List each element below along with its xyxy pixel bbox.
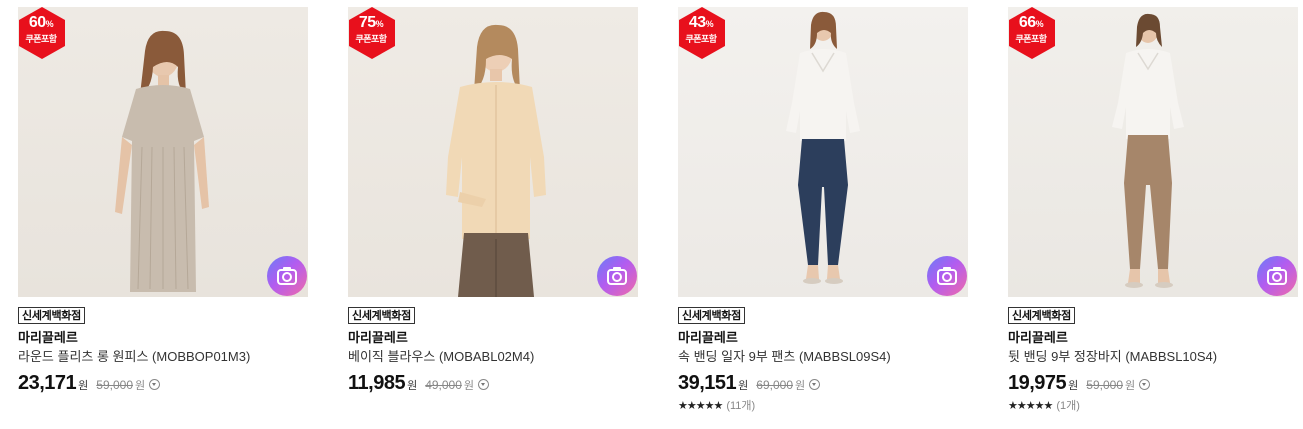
original-price: 59,000	[1086, 378, 1123, 392]
product-card[interactable]: 75% 쿠폰포함 신세계백화점 마리끌레르 베이직 블라우스 (MOBABL02…	[348, 7, 638, 395]
sale-price: 23,171	[18, 372, 77, 394]
discount-percent: 75%	[358, 14, 384, 31]
discount-percent: 66%	[1018, 14, 1044, 31]
currency: 원	[738, 380, 749, 392]
price-info-icon[interactable]	[478, 379, 490, 390]
product-grid: 60% 쿠폰포함 신세계백화점 마리끌레르 라운드 플리츠 롱 원피스 (MOB…	[0, 0, 1303, 429]
brand-name[interactable]: 마리끌레르	[348, 330, 638, 345]
camera-search-button[interactable]	[597, 256, 637, 296]
brand-name[interactable]: 마리끌레르	[18, 330, 308, 345]
review-count: (1개)	[1056, 400, 1080, 412]
store-badge: 신세계백화점	[678, 307, 745, 324]
product-name[interactable]: 뒷 밴딩 9부 정장바지 (MABBSL10S4)	[1008, 349, 1298, 364]
original-currency: 원	[463, 380, 475, 392]
star-rating-icon: ★★★★★	[1008, 399, 1053, 412]
original-price: 49,000	[425, 378, 462, 392]
camera-search-button[interactable]	[267, 256, 307, 296]
camera-search-button[interactable]	[1257, 256, 1297, 296]
price-row: 19,975 원 59,000 원	[1008, 372, 1298, 395]
camera-icon	[937, 267, 957, 285]
original-price: 59,000	[96, 378, 133, 392]
store-badge: 신세계백화점	[348, 307, 415, 324]
price-row: 39,151 원 69,000 원	[678, 372, 968, 395]
original-currency: 원	[135, 380, 146, 392]
price-row: 11,985 원 49,000 원	[348, 372, 638, 395]
coupon-label: 쿠폰포함	[25, 34, 57, 44]
star-rating-icon: ★★★★★	[678, 399, 723, 412]
sale-price: 19,975	[1008, 372, 1067, 394]
product-card[interactable]: 66% 쿠폰포함 신세계백화점 마리끌레르 뒷 밴딩 9부 정장바지 (MABB…	[1008, 7, 1298, 413]
discount-percent: 60%	[28, 14, 54, 31]
product-name[interactable]: 라운드 플리츠 롱 원피스 (MOBBOP01M3)	[18, 349, 308, 364]
product-card[interactable]: 43% 쿠폰포함 신세계백화점 마리끌레르 속 밴딩 일자 9부 팬츠 (MAB…	[678, 7, 968, 413]
sale-price: 11,985	[348, 372, 406, 394]
coupon-label: 쿠폰포함	[355, 34, 387, 44]
review-count: (11개)	[726, 400, 756, 412]
original-currency: 원	[1125, 380, 1136, 392]
discount-badge: 66% 쿠폰포함	[1008, 7, 1058, 59]
product-card[interactable]: 60% 쿠폰포함 신세계백화점 마리끌레르 라운드 플리츠 롱 원피스 (MOB…	[18, 7, 308, 395]
product-image[interactable]: 60% 쿠폰포함	[18, 7, 308, 297]
original-currency: 원	[795, 380, 806, 392]
product-name[interactable]: 속 밴딩 일자 9부 팬츠 (MABBSL09S4)	[678, 349, 968, 364]
product-image[interactable]: 66% 쿠폰포함	[1008, 7, 1298, 297]
rating-row[interactable]: ★★★★★ (1개)	[1008, 397, 1298, 413]
discount-badge: 43% 쿠폰포함	[678, 7, 728, 59]
price-info-icon[interactable]	[809, 379, 821, 390]
store-badge: 신세계백화점	[1008, 307, 1075, 324]
camera-icon	[277, 267, 297, 285]
product-image[interactable]: 75% 쿠폰포함	[348, 7, 638, 297]
discount-badge: 60% 쿠폰포함	[18, 7, 68, 59]
camera-search-button[interactable]	[927, 256, 967, 296]
price-info-icon[interactable]	[1139, 379, 1151, 390]
brand-name[interactable]: 마리끌레르	[678, 330, 968, 345]
brand-name[interactable]: 마리끌레르	[1008, 330, 1298, 345]
currency: 원	[78, 380, 89, 392]
rating-row[interactable]: ★★★★★ (11개)	[678, 397, 968, 413]
coupon-label: 쿠폰포함	[1015, 34, 1047, 44]
original-price: 69,000	[756, 378, 793, 392]
camera-icon	[1267, 267, 1287, 285]
store-badge: 신세계백화점	[18, 307, 85, 324]
currency: 원	[1068, 380, 1079, 392]
product-name[interactable]: 베이직 블라우스 (MOBABL02M4)	[348, 349, 638, 364]
currency: 원	[407, 380, 418, 392]
price-info-icon[interactable]	[149, 379, 161, 390]
camera-icon	[607, 267, 627, 285]
sale-price: 39,151	[678, 372, 737, 394]
discount-percent: 43%	[688, 14, 714, 31]
discount-badge: 75% 쿠폰포함	[348, 7, 398, 59]
product-image[interactable]: 43% 쿠폰포함	[678, 7, 968, 297]
coupon-label: 쿠폰포함	[685, 34, 717, 44]
price-row: 23,171 원 59,000 원	[18, 372, 308, 395]
